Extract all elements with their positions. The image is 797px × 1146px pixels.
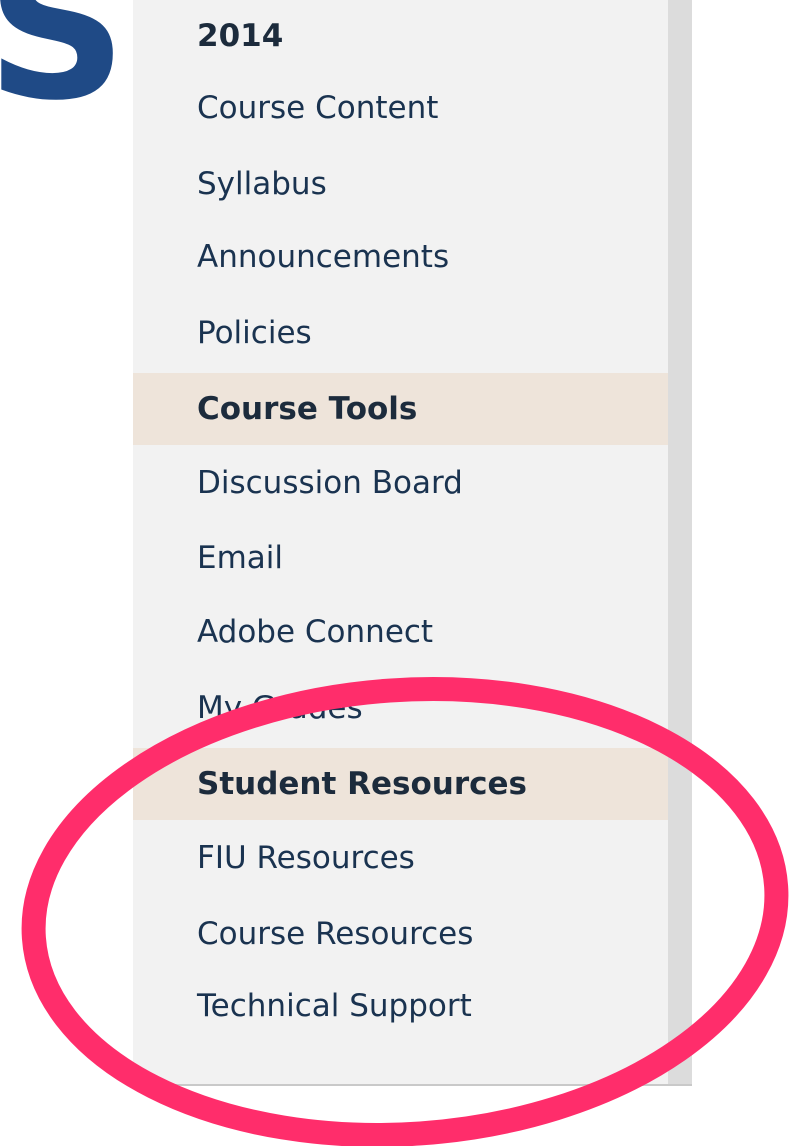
menu-item-discussion-board[interactable]: Discussion Board [133, 447, 668, 519]
menu-item-my-grades[interactable]: My Grades [133, 672, 668, 744]
section-header-course-tools: Course Tools [133, 373, 668, 445]
menu-item-course-content[interactable]: Course Content [133, 72, 668, 144]
menu-item-announcements[interactable]: Announcements [133, 221, 668, 293]
section-header-student-resources: Student Resources [133, 748, 668, 820]
menu-item-course-resources[interactable]: Course Resources [133, 898, 668, 970]
course-title: 2014 [197, 18, 284, 54]
course-menu-panel: 2014 Course Content Syllabus Announcemen… [133, 0, 692, 1086]
screenshot-stage: S 2014 Course Content Syllabus Announcem… [0, 0, 797, 1146]
menu-item-adobe-connect[interactable]: Adobe Connect [133, 596, 668, 668]
menu-item-syllabus[interactable]: Syllabus [133, 148, 668, 220]
menu-item-email[interactable]: Email [133, 522, 668, 594]
menu-item-policies[interactable]: Policies [133, 297, 668, 369]
scroll-gutter[interactable] [668, 0, 692, 1084]
brand-letter: S [0, 0, 128, 144]
menu-item-fiu-resources[interactable]: FIU Resources [133, 822, 668, 894]
menu-item-technical-support[interactable]: Technical Support [133, 970, 668, 1042]
